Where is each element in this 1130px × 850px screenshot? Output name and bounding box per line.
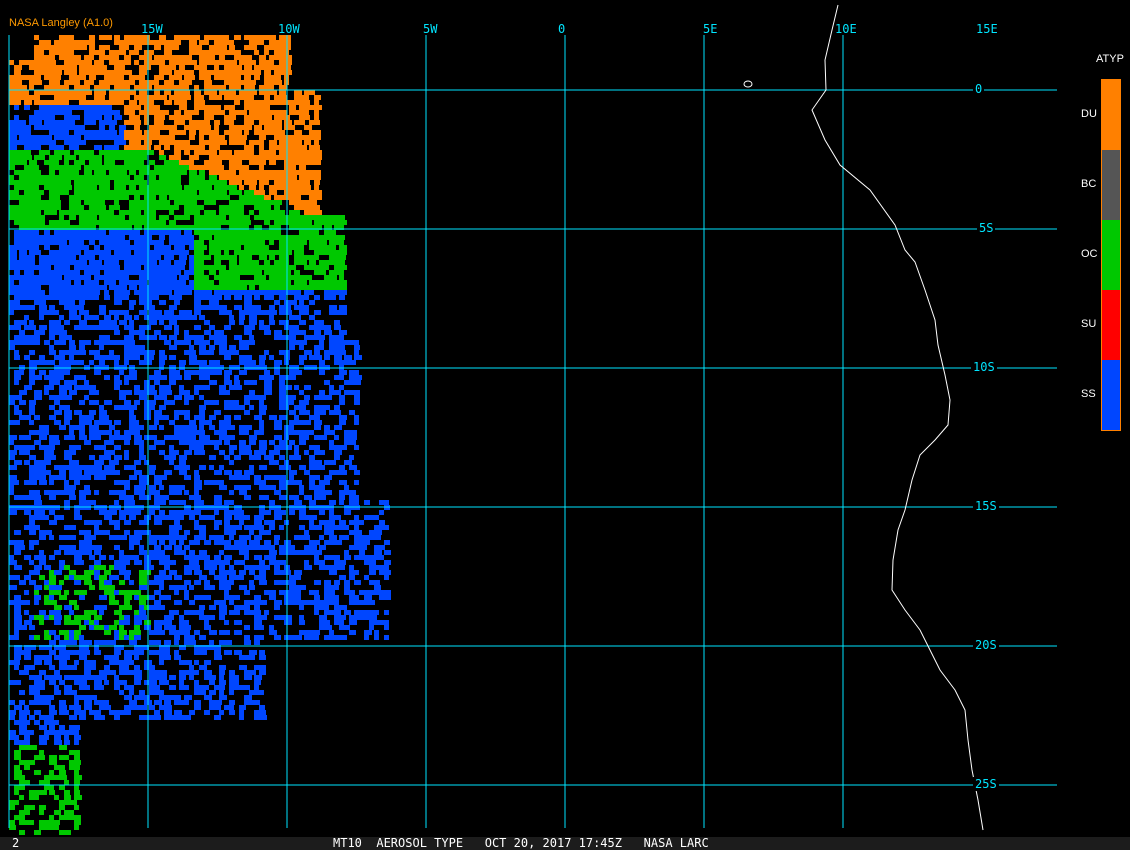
latitude-label: 25S bbox=[973, 777, 999, 791]
aerosol-map bbox=[8, 4, 1057, 835]
legend-label-su: SU bbox=[1081, 318, 1097, 330]
legend-swatch-su bbox=[1102, 290, 1120, 360]
longitude-label: 5E bbox=[703, 22, 718, 36]
legend-label-du: DU bbox=[1081, 108, 1097, 120]
aerosol-data-layer bbox=[9, 35, 391, 835]
legend-title: ATYP bbox=[1096, 53, 1124, 65]
frame-number: 2 bbox=[12, 836, 20, 850]
legend-label-oc: OC bbox=[1081, 248, 1098, 260]
island bbox=[743, 80, 753, 88]
status-bar: 2 MT10 AEROSOL TYPE OCT 20, 2017 17:45Z … bbox=[0, 837, 1130, 850]
legend-colorbar bbox=[1101, 79, 1121, 431]
legend-swatch-bc bbox=[1102, 150, 1120, 220]
latitude-label: 10S bbox=[971, 360, 997, 374]
source-label: NASA Langley (A1.0) bbox=[9, 17, 113, 29]
longitude-label: 0 bbox=[558, 22, 566, 36]
legend-label-ss: SS bbox=[1081, 388, 1096, 400]
latitude-label: 15S bbox=[973, 499, 999, 513]
legend-swatch-ss bbox=[1102, 360, 1120, 430]
latitude-label: 20S bbox=[973, 638, 999, 652]
image-caption: MT10 AEROSOL TYPE OCT 20, 2017 17:45Z NA… bbox=[333, 836, 709, 850]
legend-swatch-du bbox=[1102, 80, 1120, 150]
longitude-label: 10W bbox=[278, 22, 300, 36]
legend-swatch-oc bbox=[1102, 220, 1120, 290]
latitude-label: 5S bbox=[977, 221, 996, 235]
coastline bbox=[811, 4, 984, 831]
longitude-label: 15E bbox=[976, 22, 998, 36]
longitude-label: 5W bbox=[423, 22, 438, 36]
latitude-label: 0 bbox=[973, 82, 985, 96]
legend-label-bc: BC bbox=[1081, 178, 1097, 190]
longitude-label: 15W bbox=[141, 22, 163, 36]
longitude-label: 10E bbox=[835, 22, 857, 36]
